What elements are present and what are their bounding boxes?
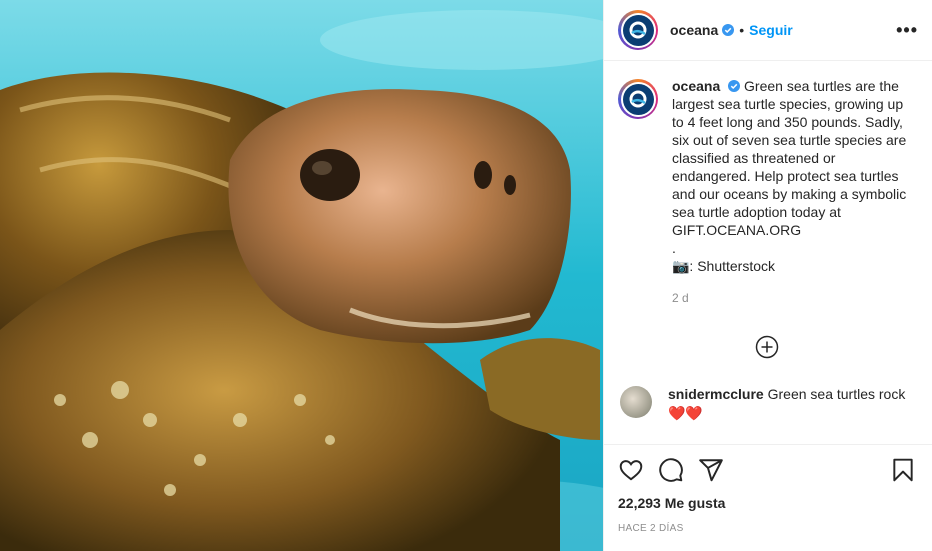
- caption-line: and our oceans by making a symbolic: [672, 186, 907, 202]
- caption-line: to 4 feet long and 350 pounds. Sadly,: [672, 114, 903, 130]
- commenter-avatar[interactable]: [620, 386, 652, 418]
- separator-dot: •: [739, 22, 745, 38]
- caption-line: .: [672, 240, 676, 256]
- comments-section[interactable]: oceana Green sea turtles are the largest…: [604, 61, 932, 444]
- caption-link: GIFT.OCEANA.ORG: [672, 222, 802, 238]
- caption-avatar[interactable]: [618, 79, 658, 119]
- share-icon[interactable]: [698, 457, 724, 483]
- bookmark-icon[interactable]: [890, 457, 916, 483]
- plus-circle-icon[interactable]: [755, 335, 779, 359]
- post-side-panel: oceana • Seguir ••• oceana Green sea tur…: [603, 0, 932, 551]
- verified-badge-icon: [722, 24, 735, 36]
- load-more-comments[interactable]: [618, 335, 916, 359]
- comment-icon[interactable]: [658, 457, 684, 483]
- oceana-logo-icon: [622, 14, 654, 46]
- comment-username[interactable]: snidermcclure: [668, 386, 764, 402]
- follow-button[interactable]: Seguir: [749, 22, 793, 38]
- caption-username[interactable]: oceana: [672, 78, 720, 94]
- caption-line: Green sea turtles are the: [744, 78, 899, 94]
- caption-credit: 📷: Shutterstock: [672, 258, 776, 274]
- caption-line: classified as threatened or: [672, 150, 836, 166]
- heart-icon[interactable]: [618, 457, 644, 483]
- caption-age[interactable]: 2 d: [672, 291, 916, 305]
- comment-emoji: ❤️❤️: [668, 405, 703, 421]
- caption-line: largest sea turtle species, growing up: [672, 96, 904, 112]
- caption-line: sea turtle adoption today at: [672, 204, 841, 220]
- likes-count[interactable]: 22,293 Me gusta: [618, 495, 916, 511]
- oceana-logo-icon: [622, 83, 654, 115]
- header-username[interactable]: oceana: [670, 22, 718, 38]
- caption: oceana Green sea turtles are the largest…: [618, 77, 916, 275]
- more-options-icon[interactable]: •••: [896, 20, 918, 41]
- comment-item: snidermcclure Green sea turtles rock ❤️❤…: [618, 385, 916, 422]
- post-header: oceana • Seguir •••: [604, 0, 932, 61]
- caption-line: six out of seven sea turtle species are: [672, 132, 907, 148]
- caption-line: endangered. Help protect sea turtles: [672, 168, 899, 184]
- caption-text: oceana Green sea turtles are the largest…: [672, 77, 916, 275]
- verified-badge-icon: [728, 80, 741, 92]
- comment-text: snidermcclure Green sea turtles rock ❤️❤…: [668, 385, 905, 422]
- post-actions: 22,293 Me gusta HACE 2 DÍAS: [604, 444, 932, 551]
- profile-avatar[interactable]: [618, 10, 658, 50]
- post-timestamp[interactable]: HACE 2 DÍAS: [618, 523, 916, 534]
- post-photo[interactable]: [0, 0, 603, 551]
- comment-body: Green sea turtles rock: [767, 386, 906, 402]
- action-icons: [618, 455, 916, 485]
- turtle-illustration: [0, 0, 603, 551]
